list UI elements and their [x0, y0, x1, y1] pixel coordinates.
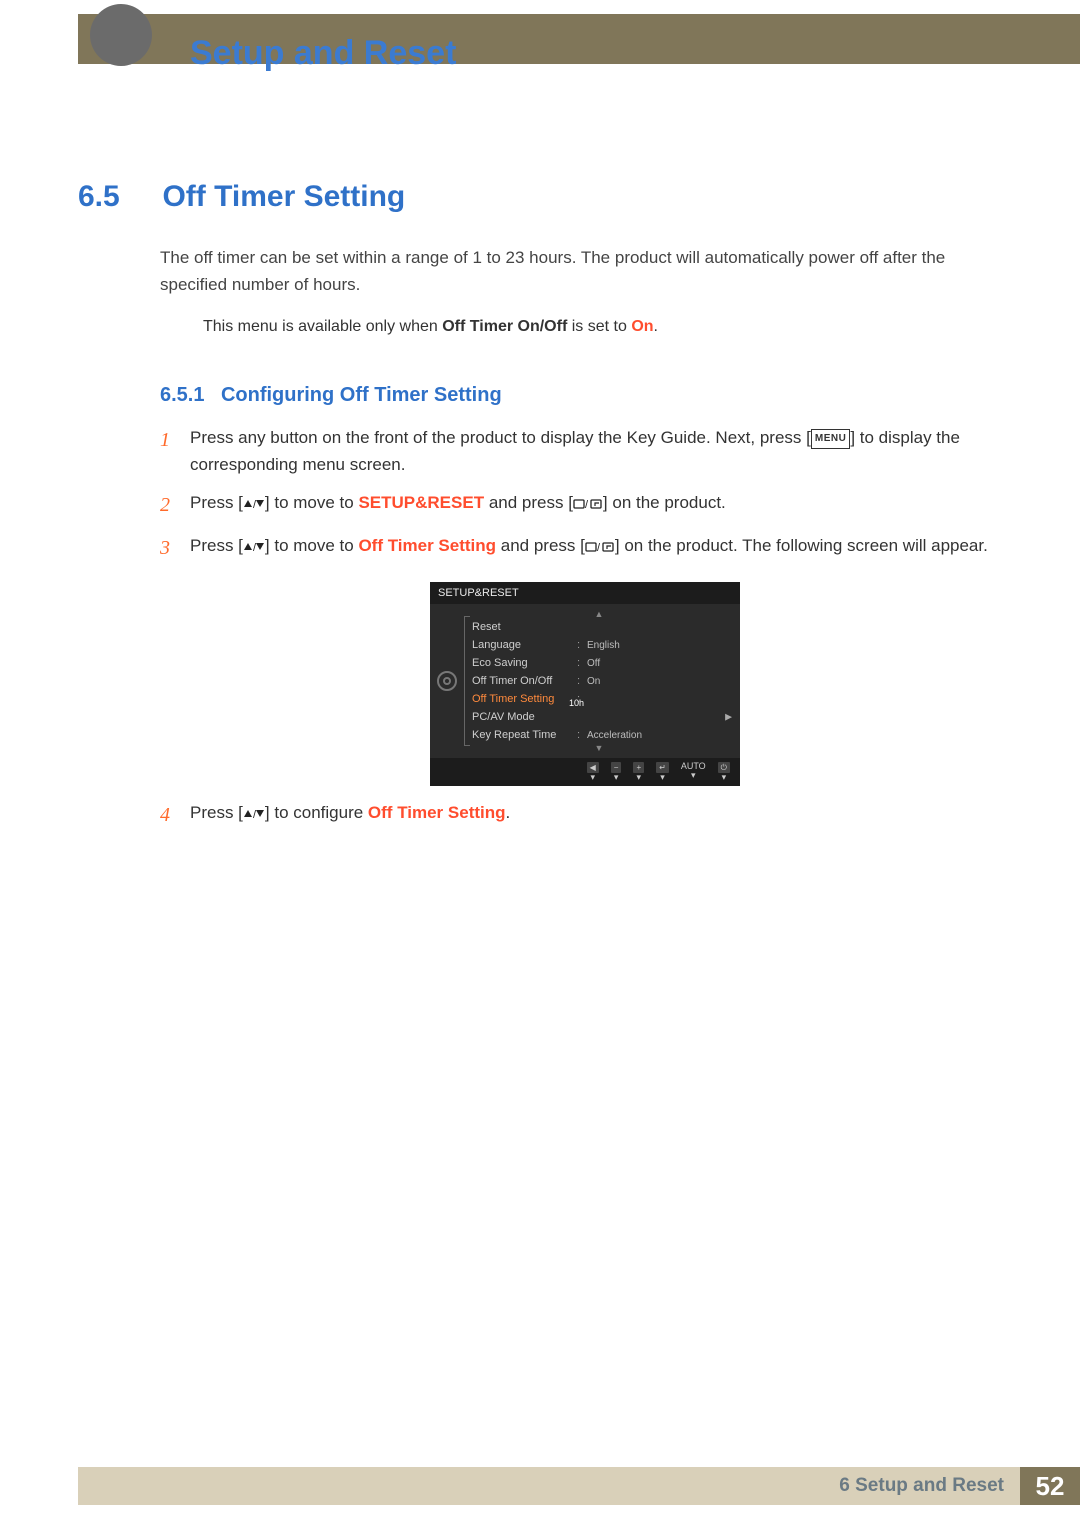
note-bold: Off Timer On/Off: [442, 318, 567, 335]
chapter-badge: [90, 4, 152, 66]
step4-text-c: .: [506, 803, 511, 822]
osd-back-icon: ◀▾: [587, 762, 599, 782]
svg-text:/: /: [597, 542, 601, 553]
osd-plus-icon: +▾: [633, 762, 644, 782]
osd-row-language: Language:English: [462, 636, 736, 654]
menu-button-icon: MENU: [811, 429, 850, 449]
step4-text-b: ] to configure: [265, 803, 368, 822]
step-3: 3 Press [/] to move to Off Timer Setting…: [160, 533, 1010, 564]
osd-title: SETUP&RESET: [430, 582, 740, 604]
step4-text-a: Press [: [190, 803, 243, 822]
osd-row-reset: Reset: [462, 618, 736, 636]
section-heading: 6.5 Off Timer Setting: [78, 180, 1010, 214]
step2-text-d: ] on the product.: [603, 493, 726, 512]
section-number: 6.5: [78, 180, 158, 214]
note-on: On: [631, 318, 653, 335]
osd-value: Off: [587, 658, 730, 669]
osd-label: Off Timer On/Off: [472, 675, 577, 687]
up-down-icon: /: [243, 493, 265, 512]
footer-page-number: 52: [1020, 1467, 1080, 1505]
up-down-icon: /: [243, 803, 265, 822]
step2-text-a: Press [: [190, 493, 243, 512]
osd-label: Reset: [472, 621, 577, 633]
osd-label: PC/AV Mode: [472, 711, 577, 723]
osd-row-onoff: Off Timer On/Off:On: [462, 672, 736, 690]
osd-footer: ◀▾ −▾ +▾ ↵▾ AUTO▾ ⏻▾: [430, 758, 740, 786]
step3-text-d: ] on the product. The following screen w…: [615, 536, 988, 555]
osd-label: Off Timer Setting: [472, 693, 577, 705]
chapter-title: Setup and Reset: [190, 34, 456, 73]
step-4: 4 Press [/] to configure Off Timer Setti…: [160, 800, 1010, 831]
step-2: 2 Press [/] to move to SETUP&RESET and p…: [160, 490, 1010, 521]
step2-text-b: ] to move to: [265, 493, 359, 512]
osd-row-offtimer-selected: Off Timer Setting:10h: [462, 690, 736, 708]
step3-text-c: and press [: [496, 536, 585, 555]
osd-value: Acceleration: [587, 730, 730, 741]
note-prefix: This menu is available only when: [203, 318, 442, 335]
step-number: 4: [160, 800, 190, 831]
osd-row-repeat: Key Repeat Time:Acceleration: [462, 726, 736, 744]
step2-highlight: SETUP&RESET: [358, 493, 484, 512]
source-enter-icon: /: [573, 493, 603, 512]
osd-sidebar: [432, 610, 462, 752]
chevron-right-icon: ▶: [725, 712, 732, 723]
page-footer: 6 Setup and Reset 52: [78, 1467, 1080, 1505]
subsection-title: Configuring Off Timer Setting: [221, 384, 502, 406]
osd-label: Eco Saving: [472, 657, 577, 669]
up-down-icon: /: [243, 536, 265, 555]
step-number: 1: [160, 425, 190, 478]
step-number: 3: [160, 533, 190, 564]
step3-text-b: ] to move to: [265, 536, 359, 555]
osd-row-pcav: PC/AV Mode ▶: [462, 708, 736, 726]
power-icon: ⏻▾: [718, 762, 730, 782]
step3-text-a: Press [: [190, 536, 243, 555]
osd-down-arrow-icon: ▼: [462, 744, 736, 752]
subsection-number: 6.5.1: [160, 384, 204, 406]
note-suffix: .: [654, 318, 658, 335]
osd-label: Key Repeat Time: [472, 729, 577, 741]
osd-auto-label: AUTO▾: [681, 762, 706, 782]
source-enter-icon: /: [585, 536, 615, 555]
gear-icon: [437, 671, 457, 691]
step3-highlight: Off Timer Setting: [358, 536, 496, 555]
step-1: 1 Press any button on the front of the p…: [160, 425, 1010, 478]
osd-menu-list: ▲ Reset Language:English Eco Saving:Off …: [462, 610, 736, 752]
osd-slider-value: 10h: [569, 698, 584, 708]
step2-text-c: and press [: [484, 493, 573, 512]
step4-highlight: Off Timer Setting: [368, 803, 506, 822]
step1-text-a: Press any button on the front of the pro…: [190, 428, 811, 447]
step-number: 2: [160, 490, 190, 521]
subsection-heading: 6.5.1 Configuring Off Timer Setting: [160, 384, 1010, 407]
osd-value: English: [587, 640, 730, 651]
osd-label: Language: [472, 639, 577, 651]
osd-row-eco: Eco Saving:Off: [462, 654, 736, 672]
footer-chapter-ref: 6 Setup and Reset: [78, 1467, 1020, 1505]
osd-value: On: [587, 676, 730, 687]
osd-up-arrow-icon: ▲: [462, 610, 736, 618]
svg-text:/: /: [585, 499, 589, 510]
note-mid: is set to: [567, 318, 631, 335]
osd-enter-icon: ↵▾: [656, 762, 669, 782]
osd-minus-icon: −▾: [611, 762, 622, 782]
section-title: Off Timer Setting: [162, 180, 405, 214]
availability-note: This menu is available only when Off Tim…: [203, 318, 1010, 336]
osd-screenshot: SETUP&RESET ▲ Reset Language:English Eco…: [430, 582, 740, 786]
section-body: The off timer can be set within a range …: [160, 244, 1010, 298]
